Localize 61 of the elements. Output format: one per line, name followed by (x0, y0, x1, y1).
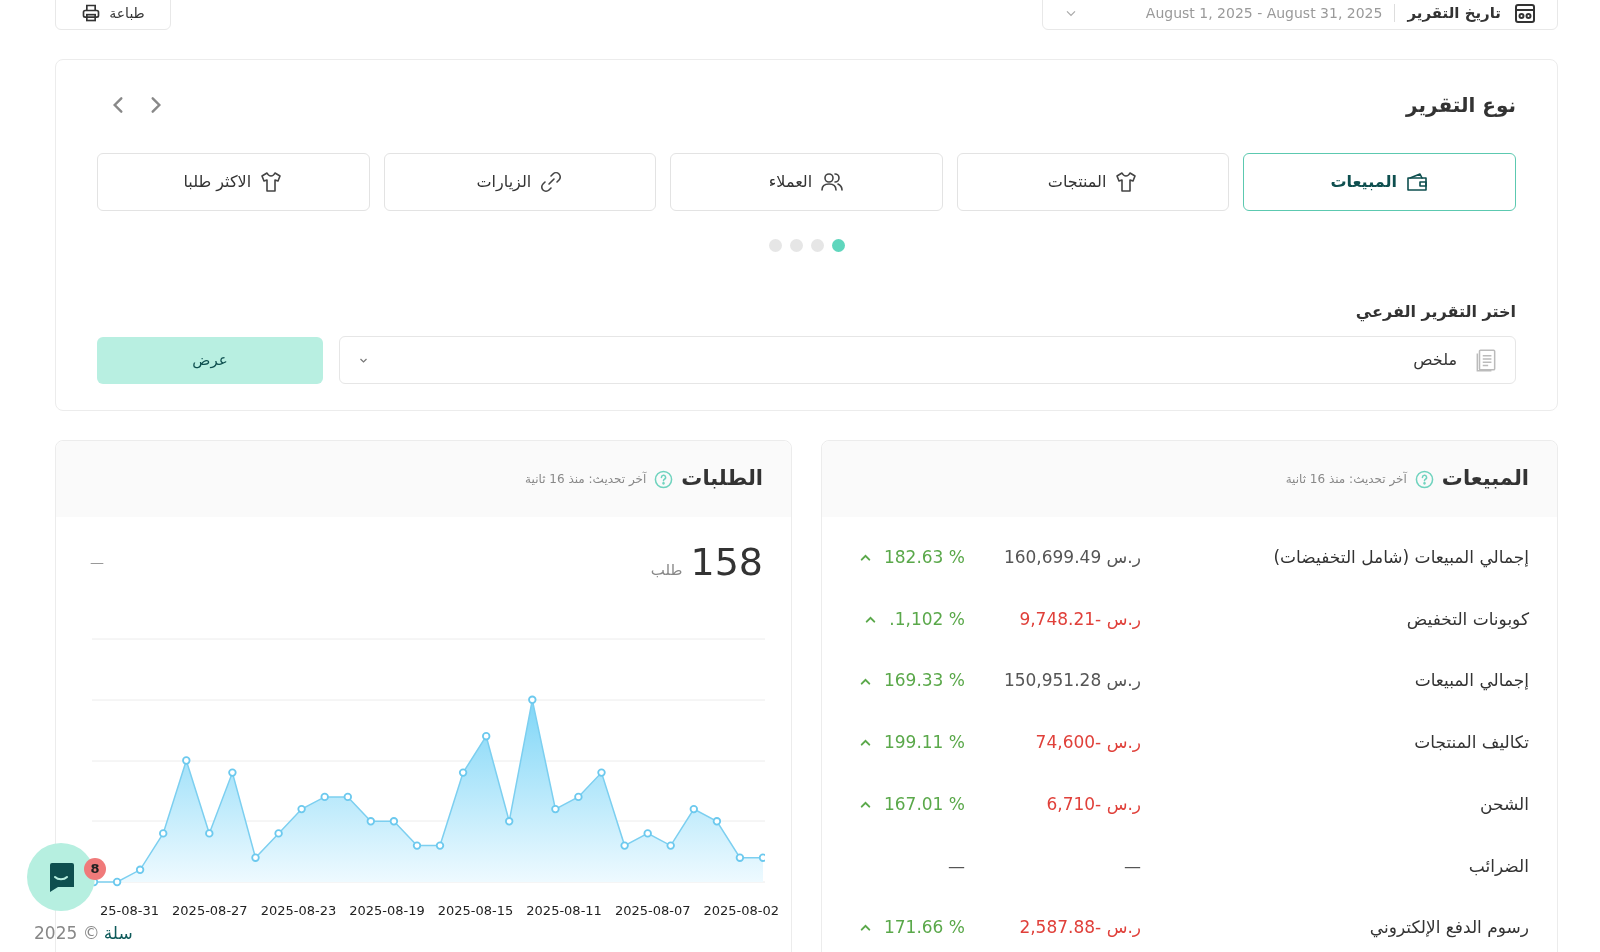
change-value: 167.01 % (883, 792, 965, 816)
shirt-icon (259, 170, 284, 194)
metric-value: — (1124, 854, 1141, 878)
axis-label: 25-08-31 (100, 902, 160, 920)
metric-label: الضرائب (1467, 854, 1529, 878)
metric-value: ر.س 150,951.28 (1003, 669, 1141, 693)
total-orders: 158 (690, 538, 763, 586)
axis-label: 2025-08-02 (703, 902, 779, 920)
change-value: .1,102 % (889, 607, 965, 631)
axis-label: 2025-08-07 (614, 902, 691, 920)
section-title: نوع التقرير (1406, 92, 1516, 119)
report-tab[interactable]: الزيارات (383, 153, 657, 211)
metric-label: الشحن (1479, 792, 1529, 816)
axis-label: 2025-08-27 (172, 902, 248, 920)
date-label: تاريخ التقرير (1407, 2, 1501, 24)
date-range-text: August 1, 2025 - August 31, 2025 (1145, 3, 1383, 23)
change-value: 171.66 % (883, 916, 965, 940)
select-value: ملخص (1413, 349, 1457, 372)
metric-value: ر.س -2,587.88 (1019, 916, 1141, 940)
metric-label: إجمالي المبيعات (1413, 669, 1529, 693)
card-title: الطلبات (681, 465, 763, 493)
field-label: اختر التقرير الفرعي (1354, 301, 1516, 324)
metric-value: ر.س -6,710 (1046, 792, 1141, 816)
metric-value: ر.س -9,748.21 (1019, 607, 1141, 631)
unit-text: طلب (650, 559, 683, 581)
wallet-icon (1404, 170, 1429, 194)
updated-text: آخر تحديث: منذ 16 ثانية (1285, 470, 1407, 488)
metric-label: كوبونات التخفيض (1405, 607, 1529, 631)
report-tab[interactable]: المنتجات (956, 153, 1230, 211)
help-icon (1414, 469, 1434, 489)
change-value: — (948, 854, 965, 878)
change-value: 182.63 % (883, 546, 965, 570)
change-value: 169.33 % (883, 669, 965, 693)
copyright-text: © 2025 (34, 922, 100, 945)
metric-label: رسوم الدفع الإلكتروني (1368, 916, 1529, 940)
show-button[interactable]: عرض (97, 336, 323, 384)
calendar-icon (1513, 1, 1537, 25)
updated-text: آخر تحديث: منذ 16 ثانية (525, 470, 647, 488)
shirt-icon (1114, 170, 1139, 194)
report-tab[interactable]: الاكثر طلبا (97, 153, 370, 211)
notification-badge: 8 (84, 858, 106, 880)
brand-link[interactable]: سلة (103, 921, 133, 947)
help-icon (654, 469, 674, 489)
change-value: — (90, 552, 104, 572)
metric-label: إجمالي المبيعات (شامل التخفيضات) (1272, 546, 1529, 570)
printer-icon (81, 3, 102, 23)
metric-label: تكاليف المنتجات (1413, 731, 1529, 755)
link-icon (539, 170, 564, 194)
print-button[interactable]: طباعة (55, 0, 171, 30)
users-icon (820, 170, 845, 194)
axis-label: 2025-08-11 (526, 902, 602, 920)
axis-label: 2025-08-23 (260, 902, 337, 920)
axis-label: 2025-08-15 (437, 902, 514, 920)
report-tab[interactable]: العملاء (670, 153, 943, 211)
change-value: 199.11 % (883, 731, 965, 755)
axis-label: 2025-08-19 (349, 902, 425, 920)
subreport-select[interactable]: ملخص (339, 336, 1516, 384)
metric-value: ر.س -74,600 (1035, 731, 1141, 755)
card-title: المبيعات (1441, 465, 1529, 493)
report-tab[interactable]: المبيعات (1243, 153, 1516, 211)
metric-value: ر.س 160,699.49 (1003, 546, 1141, 570)
